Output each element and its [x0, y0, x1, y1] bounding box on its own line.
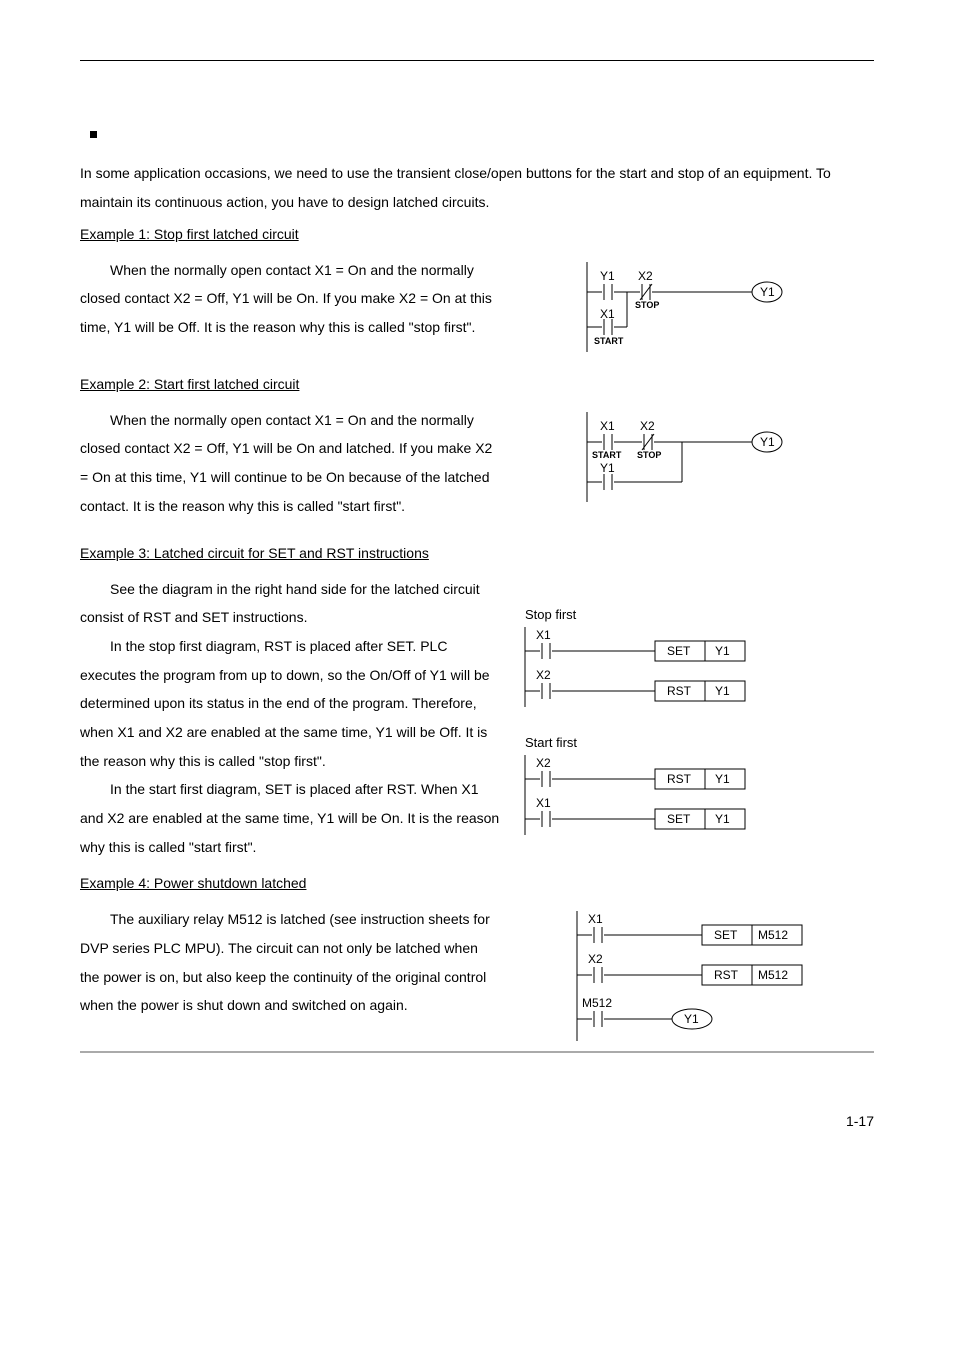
svg-text:X1: X1 — [600, 307, 615, 321]
svg-text:Y1: Y1 — [715, 684, 730, 698]
svg-text:Y1: Y1 — [760, 435, 775, 449]
svg-text:M512: M512 — [758, 928, 788, 942]
svg-text:X2: X2 — [588, 952, 603, 966]
svg-text:Y1: Y1 — [715, 772, 730, 786]
example3-p1: See the diagram in the right hand side f… — [80, 575, 500, 632]
example4-diagram: X1 SET M512 X2 RST M512 M512 Y1 — [520, 905, 874, 1041]
svg-text:Y1: Y1 — [600, 269, 615, 283]
svg-text:X1: X1 — [536, 796, 551, 810]
page-number: 1-17 — [80, 1113, 874, 1129]
svg-text:X2: X2 — [640, 419, 655, 433]
svg-text:X1: X1 — [588, 912, 603, 926]
svg-text:RST: RST — [667, 684, 692, 698]
example3-p2: In the stop first diagram, RST is placed… — [80, 632, 500, 775]
svg-text:Y1: Y1 — [715, 644, 730, 658]
example3-body: See the diagram in the right hand side f… — [80, 575, 500, 862]
svg-text:SET: SET — [667, 644, 691, 658]
svg-text:START: START — [594, 336, 624, 346]
example4-body: The auxiliary relay M512 is latched (see… — [80, 905, 500, 1041]
svg-text:Y1: Y1 — [684, 1012, 699, 1026]
example1-title: Example 1: Stop first latched circuit — [80, 226, 874, 242]
svg-text:Y1: Y1 — [600, 461, 615, 475]
svg-text:M512: M512 — [758, 968, 788, 982]
footer-rule — [80, 1051, 874, 1053]
example3-p3: In the start first diagram, SET is place… — [80, 775, 500, 861]
svg-text:STOP: STOP — [637, 450, 661, 460]
svg-text:Start first: Start first — [525, 735, 577, 750]
svg-text:SET: SET — [667, 812, 691, 826]
intro-text: In some application occasions, we need t… — [80, 159, 874, 218]
svg-text:X2: X2 — [536, 756, 551, 770]
svg-text:START: START — [592, 450, 622, 460]
svg-text:RST: RST — [667, 772, 692, 786]
svg-text:Stop first: Stop first — [525, 607, 577, 622]
svg-text:X1: X1 — [600, 419, 615, 433]
example2-body: When the normally open contact X1 = On a… — [80, 406, 500, 521]
example3-diagrams: Stop first X1 SET Y1 X2 — [520, 575, 874, 862]
svg-text:M512: M512 — [582, 996, 612, 1010]
example2-title: Example 2: Start first latched circuit — [80, 376, 874, 392]
svg-text:Y1: Y1 — [760, 285, 775, 299]
svg-text:SET: SET — [714, 928, 738, 942]
svg-text:RST: RST — [714, 968, 739, 982]
svg-text:X2: X2 — [638, 269, 653, 283]
header-rule — [80, 60, 874, 61]
example1-diagram: Y1 X2 STOP X1 START Y1 — [520, 256, 874, 352]
svg-text:Y1: Y1 — [715, 812, 730, 826]
svg-text:STOP: STOP — [635, 300, 659, 310]
section-bullet — [90, 131, 97, 138]
example1-body: When the normally open contact X1 = On a… — [80, 256, 500, 352]
example4-title: Example 4: Power shutdown latched — [80, 875, 874, 891]
example2-diagram: X1 X2 START STOP Y1 Y1 — [520, 406, 874, 521]
example3-title: Example 3: Latched circuit for SET and R… — [80, 545, 874, 561]
svg-text:X1: X1 — [536, 628, 551, 642]
svg-text:X2: X2 — [536, 668, 551, 682]
